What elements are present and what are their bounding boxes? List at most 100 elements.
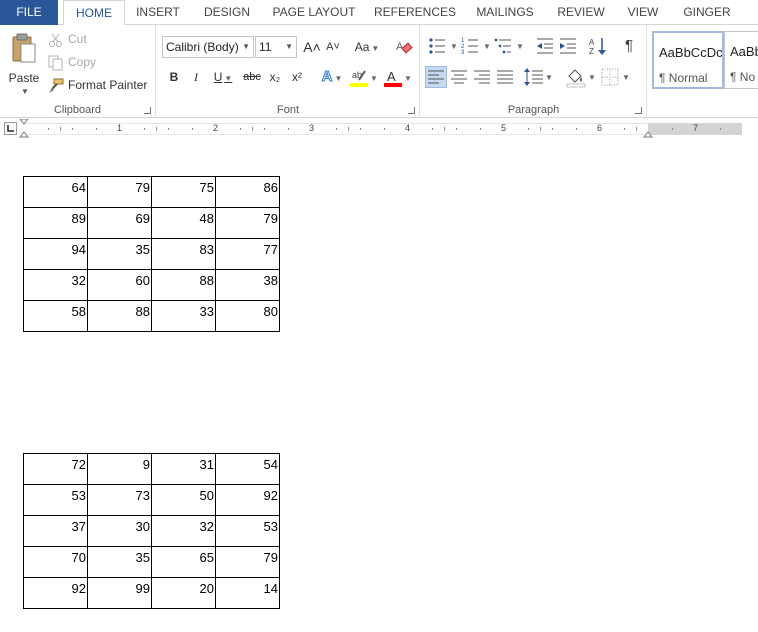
hanging-indent-marker[interactable] [18, 131, 30, 138]
table-cell[interactable]: 72 [23, 453, 88, 485]
clipboard-dialog-launcher[interactable] [144, 107, 151, 114]
shrink-font-button[interactable]: A˅ [323, 36, 343, 58]
table-cell[interactable]: 32 [151, 515, 216, 547]
chevron-down-icon[interactable]: ▼ [242, 37, 250, 57]
table-cell[interactable]: 88 [151, 269, 216, 301]
tab-mailings[interactable]: MAILINGS [468, 0, 542, 25]
table-cell[interactable]: 92 [215, 484, 280, 516]
font-name-combo[interactable]: Calibri (Body) ▼ [162, 36, 254, 58]
shading-button[interactable] [565, 66, 587, 88]
subscript-button[interactable]: x₂ [265, 66, 285, 88]
table-cell[interactable]: 30 [87, 515, 152, 547]
borders-button[interactable] [599, 66, 621, 88]
table-cell[interactable]: 33 [151, 300, 216, 332]
line-spacing-button[interactable] [523, 66, 545, 88]
chevron-down-icon[interactable]: ▼ [622, 73, 630, 82]
style-no-spacing[interactable]: AaBbCcDc ¶ No Spac [724, 31, 758, 89]
table-cell[interactable]: 80 [215, 300, 280, 332]
table-cell[interactable]: 70 [23, 546, 88, 578]
bullets-button[interactable] [427, 35, 449, 57]
superscript-button[interactable]: x² [287, 66, 307, 88]
table-cell[interactable]: 88 [87, 300, 152, 332]
format-painter-button[interactable]: Format Painter [48, 75, 147, 95]
first-line-indent-marker[interactable] [19, 119, 29, 125]
grow-font-button[interactable]: A˄ [302, 36, 322, 58]
tab-file[interactable]: FILE [0, 0, 58, 25]
tab-insert[interactable]: INSERT [128, 0, 188, 25]
table-cell[interactable]: 31 [151, 453, 216, 485]
highlight-color-button[interactable]: ab ▼ [349, 66, 379, 88]
decrease-indent-button[interactable] [534, 35, 556, 57]
table-cell[interactable]: 94 [23, 238, 88, 270]
table-cell[interactable]: 79 [215, 207, 280, 239]
table-cell[interactable]: 79 [87, 176, 152, 208]
align-left-button[interactable] [425, 66, 447, 88]
tab-page-layout[interactable]: PAGE LAYOUT [268, 0, 360, 25]
table-cell[interactable]: 77 [215, 238, 280, 270]
chevron-down-icon[interactable]: ▼ [516, 42, 524, 51]
underline-button[interactable]: U ▼ [209, 66, 237, 88]
table-cell[interactable]: 20 [151, 577, 216, 609]
table-cell[interactable]: 64 [23, 176, 88, 208]
align-right-button[interactable] [471, 66, 493, 88]
tab-references[interactable]: REFERENCES [370, 0, 460, 25]
sort-button[interactable]: A Z [587, 35, 609, 57]
horizontal-ruler[interactable]: 1 2 3 4 5 6 7 [0, 119, 758, 139]
strikethrough-button[interactable]: abc [241, 66, 263, 88]
table-cell[interactable]: 9 [87, 453, 152, 485]
chevron-down-icon[interactable]: ▼ [545, 73, 553, 82]
style-normal[interactable]: AaBbCcDc ¶ Normal [652, 31, 724, 89]
cut-button[interactable]: Cut [48, 29, 87, 49]
table-cell[interactable]: 60 [87, 269, 152, 301]
table-cell[interactable]: 92 [23, 577, 88, 609]
tab-ginger[interactable]: GINGER [676, 0, 738, 25]
table-cell[interactable]: 50 [151, 484, 216, 516]
document-canvas[interactable]: 64 79 75 86 89 69 48 79 94 35 83 77 32 60 88 38 58 88 33 80… [0, 140, 758, 632]
table-cell[interactable]: 35 [87, 238, 152, 270]
align-center-button[interactable] [448, 66, 470, 88]
paste-button[interactable]: Paste ▼ [6, 31, 42, 96]
font-size-combo[interactable]: 11 ▼ [255, 36, 297, 58]
table-cell[interactable]: 65 [151, 546, 216, 578]
tab-design[interactable]: DESIGN [196, 0, 258, 25]
table-cell[interactable]: 38 [215, 269, 280, 301]
table-cell[interactable]: 35 [87, 546, 152, 578]
bold-button[interactable]: B [165, 66, 183, 88]
table-cell[interactable]: 48 [151, 207, 216, 239]
table-cell[interactable]: 73 [87, 484, 152, 516]
table-cell[interactable]: 54 [215, 453, 280, 485]
tab-home[interactable]: HOME [63, 0, 125, 26]
multilevel-list-button[interactable] [493, 35, 515, 57]
table-cell[interactable]: 14 [215, 577, 280, 609]
data-table-2[interactable]: 72 9 31 54 53 73 50 92 37 30 32 53 70 35 65 79 92 99 20 14 [23, 453, 280, 609]
table-cell[interactable]: 69 [87, 207, 152, 239]
table-cell[interactable]: 79 [215, 546, 280, 578]
tab-view[interactable]: VIEW [620, 0, 666, 25]
clear-formatting-button[interactable]: A [393, 36, 415, 58]
justify-button[interactable] [494, 66, 516, 88]
table-cell[interactable]: 53 [23, 484, 88, 516]
numbering-button[interactable]: 1 2 3 [460, 35, 482, 57]
table-cell[interactable]: 32 [23, 269, 88, 301]
table-cell[interactable]: 89 [23, 207, 88, 239]
show-hide-marks-button[interactable]: ¶ [618, 35, 640, 57]
table-cell[interactable]: 83 [151, 238, 216, 270]
font-color-button[interactable]: A ▼ [383, 66, 413, 88]
chevron-down-icon[interactable]: ▼ [21, 87, 29, 96]
table-cell[interactable]: 58 [23, 300, 88, 332]
increase-indent-button[interactable] [557, 35, 579, 57]
table-cell[interactable]: 53 [215, 515, 280, 547]
font-dialog-launcher[interactable] [408, 107, 415, 114]
chevron-down-icon[interactable]: ▼ [285, 37, 293, 57]
chevron-down-icon[interactable]: ▼ [483, 42, 491, 51]
chevron-down-icon[interactable]: ▼ [450, 42, 458, 51]
chevron-down-icon[interactable]: ▼ [588, 73, 596, 82]
right-indent-marker[interactable] [642, 131, 654, 138]
paragraph-dialog-launcher[interactable] [635, 107, 642, 114]
table-cell[interactable]: 75 [151, 176, 216, 208]
table-cell[interactable]: 37 [23, 515, 88, 547]
copy-button[interactable]: Copy [48, 52, 96, 72]
italic-button[interactable]: I [187, 66, 205, 88]
text-effects-button[interactable]: A ▼ [317, 66, 347, 88]
data-table-1[interactable]: 64 79 75 86 89 69 48 79 94 35 83 77 32 60 88 38 58 88 33 80 [23, 176, 280, 332]
